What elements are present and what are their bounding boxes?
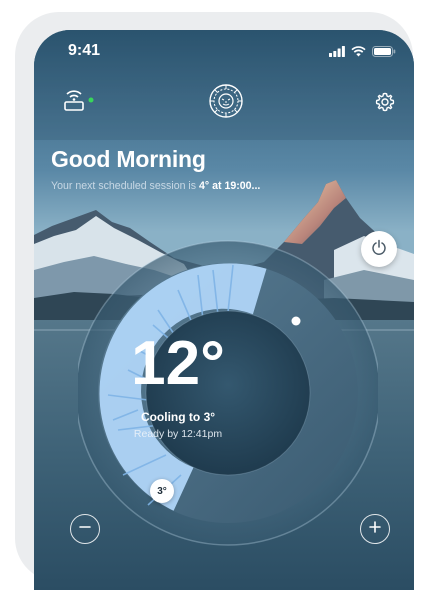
wifi-icon xyxy=(351,44,366,62)
minus-icon xyxy=(78,520,92,539)
cellular-signal-icon xyxy=(329,44,345,62)
gear-icon[interactable] xyxy=(375,92,395,117)
target-temp-handle[interactable]: 3° xyxy=(150,479,174,503)
lion-emblem-logo xyxy=(208,83,244,124)
status-time: 9:41 xyxy=(68,42,101,59)
ready-time: Ready by 12:41pm xyxy=(133,428,223,440)
next-session-highlight: 4° at 19:00... xyxy=(199,180,261,192)
plus-icon xyxy=(368,520,382,539)
current-temp-indicator xyxy=(291,316,301,326)
cooling-status: Cooling to 3° xyxy=(140,410,216,424)
router-wifi-icon[interactable] xyxy=(63,88,99,117)
current-temperature: 12° xyxy=(131,329,225,398)
status-icons xyxy=(329,44,396,62)
increase-button[interactable] xyxy=(360,514,390,544)
battery-icon xyxy=(372,44,396,62)
next-session-text: Your next scheduled session is 4° at 19:… xyxy=(51,180,260,192)
greeting-title: Good Morning xyxy=(51,146,206,172)
decrease-button[interactable] xyxy=(70,514,100,544)
next-session-prefix: Your next scheduled session is xyxy=(51,180,200,192)
app-screen: 9:41 Good Morning Your next scheduled se… xyxy=(34,30,414,590)
